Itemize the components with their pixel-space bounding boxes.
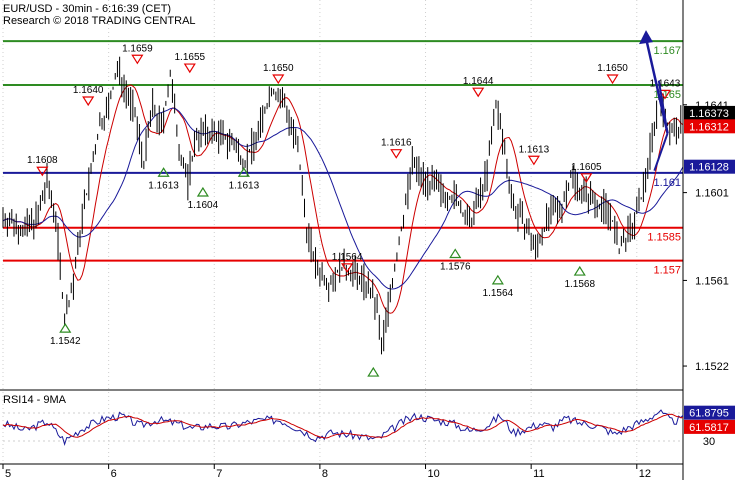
x-tick-label: 7 — [216, 468, 222, 480]
rsi-tick-30: 30 — [703, 436, 715, 448]
pivot-low-label: 1.1613 — [148, 180, 179, 191]
x-tick-label: 10 — [428, 468, 440, 480]
pivot-high-label: 1.1655 — [174, 52, 205, 63]
pivot-low-label: 1.1542 — [50, 336, 81, 347]
level-label: 1.167 — [653, 45, 681, 57]
rsi-ma-tag-label: 61.5817 — [689, 422, 729, 434]
pivot-low-label: 1.1613 — [229, 180, 260, 191]
pivot-low-label: 1.1604 — [188, 200, 219, 211]
rsi-value-tag-label: 61.8795 — [689, 408, 729, 420]
y-tick-label: 1.1522 — [695, 361, 729, 373]
pivot-high-label: 1.1564 — [332, 252, 363, 263]
y-tick-label: 1.1601 — [695, 188, 729, 200]
rsi-title: RSI14 - 9MA — [3, 394, 67, 406]
x-tick-label: 6 — [111, 468, 117, 480]
price-tag-label: 1.16128 — [689, 162, 729, 174]
price-chart: 1.1671.1651.1611.15851.157 1.16081.16401… — [0, 0, 735, 480]
price-tag-label: 1.16373 — [689, 108, 729, 120]
pivot-high-label: 1.1650 — [263, 63, 294, 74]
level-label: 1.1585 — [647, 232, 681, 244]
x-tick-label: 5 — [5, 468, 11, 480]
pivot-high-label: 1.1605 — [571, 162, 602, 173]
x-tick-label: 12 — [639, 468, 651, 480]
x-tick-label: 11 — [533, 468, 544, 480]
level-label: 1.157 — [653, 265, 681, 277]
x-tick-label: 8 — [322, 468, 328, 480]
pivot-high-label: 1.1616 — [381, 138, 412, 149]
price-tag-label: 1.16312 — [689, 121, 729, 133]
pivot-low-label: 1.1568 — [564, 279, 595, 290]
pivot-high-label: 1.1608 — [27, 155, 58, 166]
level-label: 1.161 — [653, 177, 681, 189]
chart-copyright: Research © 2018 TRADING CENTRAL — [3, 15, 196, 27]
chart-title: EUR/USD - 30min - 6:16:39 (CET) — [3, 3, 171, 15]
pivot-low-label: 1.1564 — [483, 288, 514, 299]
y-tick-label: 1.1561 — [695, 275, 729, 287]
pivot-high-label: 1.1644 — [463, 76, 494, 87]
pivot-high-label: 1.1640 — [73, 85, 104, 96]
pivot-low-label: 1.1576 — [440, 261, 471, 272]
pivot-high-label: 1.1650 — [597, 63, 628, 74]
pivot-high-label: 1.1613 — [519, 144, 550, 155]
pivot-high-label: 1.1659 — [122, 43, 153, 54]
